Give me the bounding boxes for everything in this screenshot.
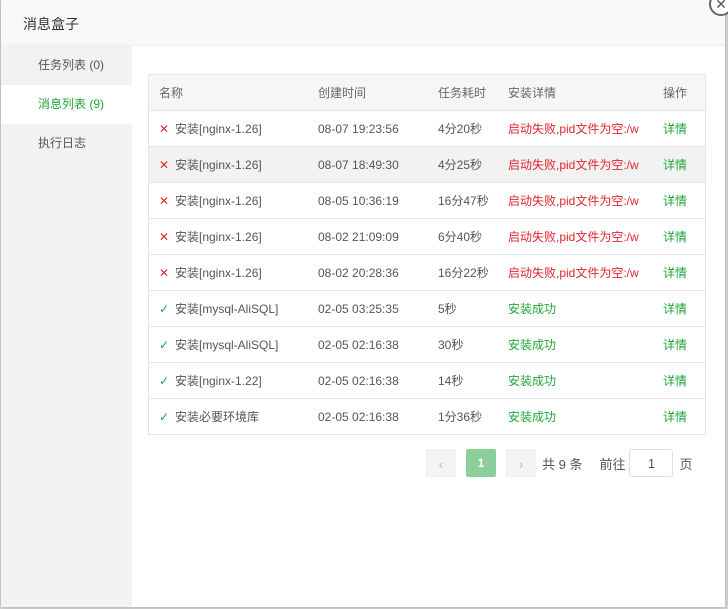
goto-page-input[interactable] [629,449,674,477]
table-row: ✕ 安装[nginx-1.26] 08-07 18:49:30 4分25秒 启动失败,p… [149,147,705,183]
row-detail-link[interactable]: 详情 [663,228,705,245]
check-icon: ✓ [159,374,170,388]
row-install-detail: 安装成功 [508,302,557,316]
table-body: ✕ 安装[nginx-1.26] 08-07 19:23:56 4分20秒 启动失败,p… [149,111,705,434]
row-install-detail: 启动失败,pid文件为空:/w [508,230,639,244]
row-duration: 30秒 [438,338,464,352]
row-install-detail: 启动失败,pid文件为空:/w [508,194,639,208]
row-detail-link[interactable]: 详情 [663,372,705,389]
message-table: 名称 创建时间 任务耗时 安装详情 操作 ✕ 安装[nginx-1.26] 08-0… [148,74,706,435]
row-created-time: 08-02 20:28:36 [318,265,399,280]
row-detail-link[interactable]: 详情 [663,120,705,137]
row-name: 安装[nginx-1.26] [175,230,262,244]
table-row: ✕ 安装[nginx-1.26] 08-02 21:09:09 6分40秒 启动失败,p… [149,219,705,255]
row-name: 安装[nginx-1.26] [175,266,262,280]
sidebar-item-message-list[interactable]: 消息列表 (9) [1,85,132,124]
table-header-row: 名称 创建时间 任务耗时 安装详情 操作 [149,75,705,111]
row-duration: 4分20秒 [438,122,483,136]
row-detail-link[interactable]: 详情 [663,336,705,353]
table-row: ✓ 安装[mysql-AliSQL] 02-05 03:25:35 5秒 安装成功 详情 [149,291,705,327]
sidebar: 任务列表 (0) 消息列表 (9) 执行日志 [1,46,132,607]
table-row: ✓ 安装必要环境库 02-05 02:16:38 1分36秒 安装成功 详情 [149,399,705,434]
row-name-cell: ✓ 安装[nginx-1.22] [149,372,318,389]
row-name-cell: ✕ 安装[nginx-1.26] [149,228,318,245]
row-install-detail: 安装成功 [508,410,557,424]
row-install-detail: 启动失败,pid文件为空:/w [508,266,639,280]
row-install-detail: 启动失败,pid文件为空:/w [508,122,639,136]
row-created-time: 08-07 18:49:30 [318,157,399,172]
row-install-detail: 安装成功 [508,338,557,352]
page-suffix: 页 [679,456,693,472]
sidebar-item-execution-log[interactable]: 执行日志 [1,124,132,163]
table-row: ✕ 安装[nginx-1.26] 08-05 10:36:19 16分47秒 启动失败,… [149,183,705,219]
column-header-action: 操作 [663,86,688,100]
row-name-cell: ✕ 安装[nginx-1.26] [149,264,318,281]
cross-icon: ✕ [159,266,170,280]
check-icon: ✓ [159,338,170,352]
cross-icon: ✕ [159,158,170,172]
row-created-time: 02-05 02:16:38 [318,337,399,352]
row-name: 安装[mysql-AliSQL] [175,338,279,352]
row-created-time: 02-05 03:25:35 [318,301,399,316]
row-name-cell: ✓ 安装[mysql-AliSQL] [149,336,318,353]
row-detail-link[interactable]: 详情 [663,156,705,173]
dialog-header: 消息盒子 [1,0,725,46]
row-duration: 4分25秒 [438,158,483,172]
row-name-cell: ✓ 安装[mysql-AliSQL] [149,300,318,317]
column-header-duration: 任务耗时 [438,86,487,100]
row-name: 安装[nginx-1.22] [175,374,262,388]
cross-icon: ✕ [159,230,170,244]
next-page-button[interactable]: › [506,449,536,477]
row-created-time: 08-05 10:36:19 [318,193,399,208]
row-created-time: 02-05 02:16:38 [318,373,399,388]
page-number-1[interactable]: 1 [466,449,496,477]
row-created-time: 08-02 21:09:09 [318,229,399,244]
row-install-detail: 安装成功 [508,374,557,388]
check-icon: ✓ [159,410,170,424]
row-duration: 16分22秒 [438,266,489,280]
row-duration: 1分36秒 [438,410,483,424]
row-duration: 6分40秒 [438,230,483,244]
cross-icon: ✕ [159,194,170,208]
row-created-time: 02-05 02:16:38 [318,409,399,424]
row-duration: 16分47秒 [438,194,489,208]
row-name-cell: ✕ 安装[nginx-1.26] [149,192,318,209]
row-duration: 14秒 [438,374,464,388]
message-box-dialog: 消息盒子 ✕ 任务列表 (0) 消息列表 (9) 执行日志 名称 创建时间 任务… [1,0,728,607]
row-name: 安装必要环境库 [175,410,260,424]
table-row: ✓ 安装[mysql-AliSQL] 02-05 02:16:38 30秒 安装成功 详情 [149,327,705,363]
column-header-name: 名称 [159,86,184,100]
table-row: ✕ 安装[nginx-1.26] 08-07 19:23:56 4分20秒 启动失败,p… [149,111,705,147]
row-name-cell: ✕ 安装[nginx-1.26] [149,156,318,173]
pagination: ‹ 1 › 共 9 条 前往 页 [426,449,693,477]
row-name: 安装[mysql-AliSQL] [175,302,279,316]
sidebar-item-task-list[interactable]: 任务列表 (0) [1,46,132,85]
prev-page-button[interactable]: ‹ [426,449,456,477]
table-row: ✓ 安装[nginx-1.22] 02-05 02:16:38 14秒 安装成功 详情 [149,363,705,399]
table-row: ✕ 安装[nginx-1.26] 08-02 20:28:36 16分22秒 启动失败,… [149,255,705,291]
row-detail-link[interactable]: 详情 [663,192,705,209]
column-header-install-detail: 安装详情 [508,86,557,100]
row-name: 安装[nginx-1.26] [175,194,262,208]
row-name-cell: ✓ 安装必要环境库 [149,408,318,425]
goto-label: 前往 [599,456,626,472]
row-detail-link[interactable]: 详情 [663,264,705,281]
row-name: 安装[nginx-1.26] [175,122,262,136]
row-detail-link[interactable]: 详情 [663,300,705,317]
column-header-created-time: 创建时间 [318,86,367,100]
main-content: 名称 创建时间 任务耗时 安装详情 操作 ✕ 安装[nginx-1.26] 08-0… [132,46,725,607]
row-install-detail: 启动失败,pid文件为空:/w [508,158,639,172]
row-created-time: 08-07 19:23:56 [318,121,399,136]
row-name: 安装[nginx-1.26] [175,158,262,172]
row-duration: 5秒 [438,302,457,316]
total-count: 共 9 条 [542,456,583,472]
cross-icon: ✕ [159,122,170,136]
dialog-title: 消息盒子 [23,16,79,32]
row-name-cell: ✕ 安装[nginx-1.26] [149,120,318,137]
row-detail-link[interactable]: 详情 [663,408,705,425]
check-icon: ✓ [159,302,170,316]
